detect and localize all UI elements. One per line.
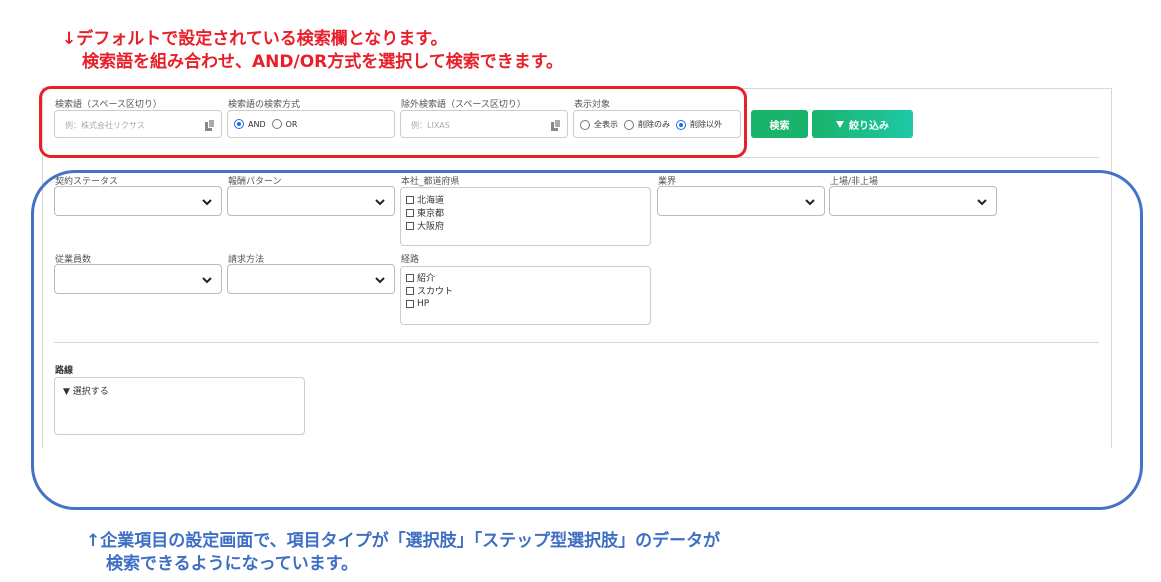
custom-filter-highlight: [31, 170, 1143, 510]
top-annotation-line1: ↓デフォルトで設定されている検索欄となります。: [62, 29, 448, 49]
bottom-annotation-line1: ↑企業項目の設定画面で、項目タイプが「選択肢」「ステップ型選択肢」のデータが: [86, 531, 721, 551]
bottom-annotation: ↑企業項目の設定画面で、項目タイプが「選択肢」「ステップ型選択肢」のデータが 検…: [86, 530, 720, 576]
search-button[interactable]: 検索: [751, 110, 808, 138]
filter-button-label: 絞り込み: [849, 120, 889, 132]
default-search-highlight: [39, 86, 747, 158]
top-annotation-line2: 検索語を組み合わせ、AND/OR方式を選択して検索できます。: [82, 52, 564, 72]
search-button-label: 検索: [769, 120, 790, 132]
filter-button[interactable]: 絞り込み: [812, 110, 913, 138]
top-annotation: ↓デフォルトで設定されている検索欄となります。 検索語を組み合わせ、AND/OR…: [62, 28, 563, 74]
filter-icon: [836, 120, 844, 128]
bottom-annotation-line2: 検索できるようになっています。: [106, 554, 359, 574]
